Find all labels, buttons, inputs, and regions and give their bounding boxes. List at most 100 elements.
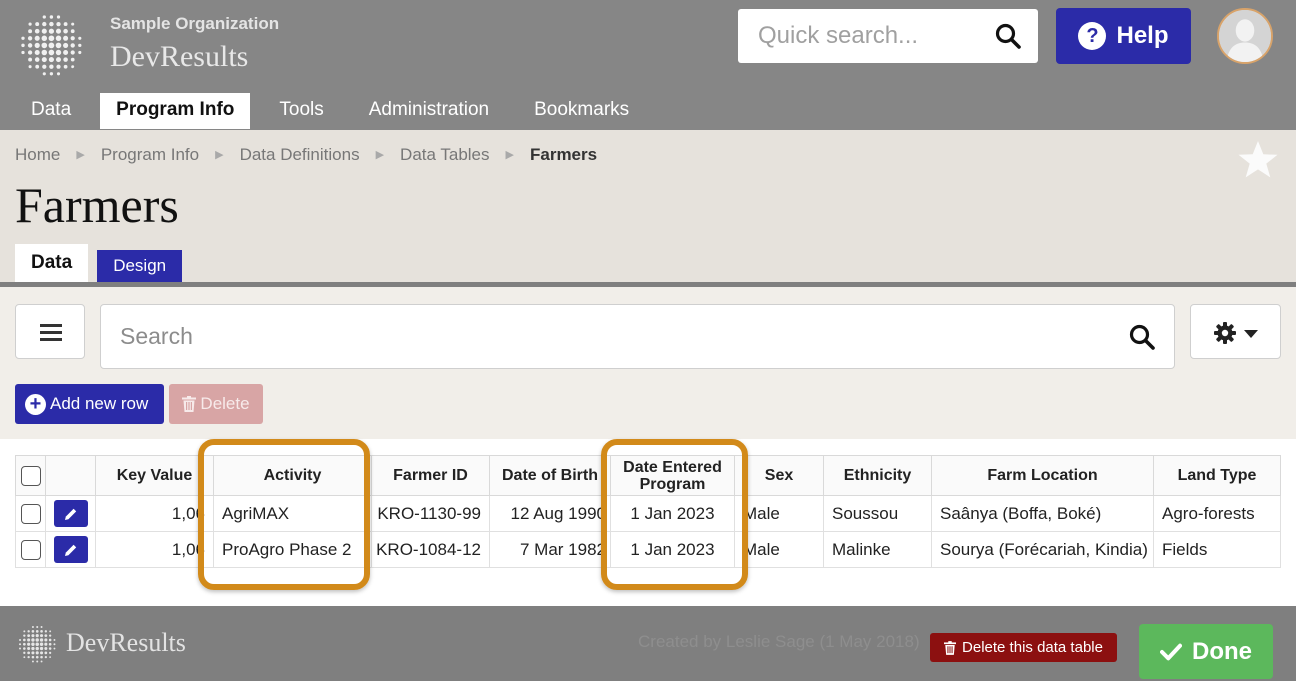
cell-activity: AgriMAX	[213, 495, 372, 532]
cell-date-of-birth: 12 Aug 1990	[489, 495, 611, 532]
edit-row-button[interactable]	[53, 536, 88, 563]
column-header-land-type[interactable]: Land Type	[1153, 455, 1281, 496]
user-avatar[interactable]	[1217, 8, 1273, 64]
column-header-date-of-birth[interactable]: Date of Birth	[489, 455, 611, 496]
cell-date-entered-program: 1 Jan 2023	[610, 531, 735, 568]
page-header: Home ▶ Program Info ▶ Data Definitions ▶…	[0, 130, 1296, 282]
table-row: 1,06 AgriMAX 99-KRO-1130 12 Aug 1990 1 J…	[15, 495, 1281, 532]
hamburger-icon	[40, 338, 62, 341]
cell-farm-location: Sourya (Forécariah, Kindia)	[931, 531, 1154, 568]
cell-key-value: 1,06	[95, 495, 214, 532]
data-table: Key Value Activity Farmer ID Date of Bir…	[15, 455, 1281, 568]
column-header-key-value[interactable]: Key Value	[95, 455, 214, 496]
edit-column-header	[45, 455, 96, 496]
row-edit-cell	[45, 531, 96, 568]
cell-key-value: 1,06	[95, 531, 214, 568]
hamburger-icon	[40, 324, 62, 327]
done-label: Done	[1192, 637, 1252, 665]
select-all-cell[interactable]	[15, 455, 46, 496]
pencil-icon	[64, 544, 76, 556]
hamburger-icon	[40, 331, 62, 334]
help-label: Help	[1116, 22, 1169, 49]
trash-icon	[944, 640, 957, 655]
breadcrumb-separator-icon: ▶	[375, 149, 385, 161]
caret-down-icon	[1244, 330, 1258, 338]
breadcrumb-program-info[interactable]: Program Info	[101, 145, 199, 165]
breadcrumb-data-tables[interactable]: Data Tables	[400, 145, 489, 165]
nav-item-program-info[interactable]: Program Info	[100, 93, 251, 129]
cell-farmer-id: 12-KRO-1084	[371, 531, 490, 568]
column-menu-button[interactable]	[15, 304, 85, 359]
pencil-icon	[64, 508, 76, 520]
cell-activity: ProAgro Phase 2	[213, 531, 372, 568]
column-header-date-entered-program[interactable]: Date Entered Program	[610, 455, 735, 496]
row-select-cell[interactable]	[15, 531, 46, 568]
nav-item-bookmarks[interactable]: Bookmarks	[518, 93, 645, 129]
cell-land-type: Fields	[1153, 531, 1281, 568]
delete-rows-button[interactable]: Delete	[169, 384, 263, 424]
search-icon[interactable]	[1128, 323, 1156, 351]
cell-sex: Male	[734, 531, 824, 568]
row-edit-cell	[45, 495, 96, 532]
cell-sex: Male	[734, 495, 824, 532]
footer-brand: DevResults	[66, 628, 186, 657]
data-table-area: Key Value Activity Farmer ID Date of Bir…	[0, 439, 1296, 606]
cell-farm-location: Saânya (Boffa, Boké)	[931, 495, 1154, 532]
row-checkbox[interactable]	[20, 539, 41, 560]
breadcrumb-home[interactable]: Home	[15, 145, 60, 165]
page-tabs: Data Design	[15, 244, 191, 282]
breadcrumb-separator-icon: ▶	[215, 149, 224, 161]
devresults-globe-logo	[21, 15, 82, 76]
bookmark-star-icon[interactable]	[1236, 138, 1280, 182]
organization-name: Sample Organization	[110, 14, 280, 33]
column-header-farm-location[interactable]: Farm Location	[931, 455, 1154, 496]
cell-ethnicity: Soussou	[823, 495, 932, 532]
page-footer: DevResults Created by Leslie Sage (1 May…	[0, 606, 1296, 681]
column-header-sex[interactable]: Sex	[734, 455, 824, 496]
plus-circle-icon: +	[25, 393, 46, 415]
help-button[interactable]: ? Help	[1056, 8, 1191, 64]
search-icon[interactable]	[994, 22, 1022, 50]
done-button[interactable]: Done	[1139, 624, 1273, 679]
column-header-activity[interactable]: Activity	[213, 455, 372, 496]
main-nav: Data Program Info Tools Administration B…	[15, 93, 658, 129]
nav-item-data[interactable]: Data	[15, 93, 87, 129]
tab-design[interactable]: Design	[97, 250, 183, 282]
select-all-checkbox[interactable]	[20, 465, 41, 486]
tab-data[interactable]: Data	[15, 244, 89, 282]
trash-icon	[182, 396, 197, 412]
delete-data-table-label: Delete this data table	[962, 639, 1103, 656]
add-new-row-button[interactable]: + Add new row	[15, 384, 164, 424]
delete-label: Delete	[200, 394, 250, 413]
gear-icon	[1214, 322, 1236, 344]
row-select-cell[interactable]	[15, 495, 46, 532]
table-header-row: Key Value Activity Farmer ID Date of Bir…	[15, 455, 1281, 496]
quick-search-input[interactable]	[738, 9, 978, 63]
edit-row-button[interactable]	[53, 500, 88, 527]
settings-dropdown-button[interactable]	[1190, 304, 1281, 359]
quick-search-box[interactable]	[738, 9, 1038, 63]
row-checkbox[interactable]	[20, 503, 41, 524]
table-row: 1,06 ProAgro Phase 2 12-KRO-1084 7 Mar 1…	[15, 531, 1281, 568]
nav-item-administration[interactable]: Administration	[353, 93, 505, 129]
table-search-box[interactable]	[100, 304, 1175, 369]
breadcrumb: Home ▶ Program Info ▶ Data Definitions ▶…	[15, 145, 597, 165]
checkmark-icon	[1160, 643, 1182, 660]
cell-farmer-id: 99-KRO-1130	[371, 495, 490, 532]
table-toolbar: + Add new row Delete	[0, 287, 1296, 439]
user-silhouette-icon	[1219, 10, 1271, 62]
delete-data-table-button[interactable]: Delete this data table	[930, 633, 1117, 662]
page-title: Farmers	[15, 177, 179, 233]
breadcrumb-data-definitions[interactable]: Data Definitions	[240, 145, 360, 165]
column-header-farmer-id[interactable]: Farmer ID	[371, 455, 490, 496]
breadcrumb-separator-icon: ▶	[505, 149, 514, 161]
top-bar: Sample Organization DevResults ? Help Da…	[0, 0, 1296, 130]
nav-item-tools[interactable]: Tools	[263, 93, 339, 129]
cell-date-entered-program: 1 Jan 2023	[610, 495, 735, 532]
column-header-ethnicity[interactable]: Ethnicity	[823, 455, 932, 496]
breadcrumb-current: Farmers	[529, 145, 598, 164]
breadcrumb-separator-icon: ▶	[76, 149, 85, 161]
created-by-text: Created by Leslie Sage (1 May 2018)	[638, 632, 920, 651]
cell-land-type: Agro-forests	[1153, 495, 1281, 532]
table-search-input[interactable]	[101, 305, 1101, 368]
